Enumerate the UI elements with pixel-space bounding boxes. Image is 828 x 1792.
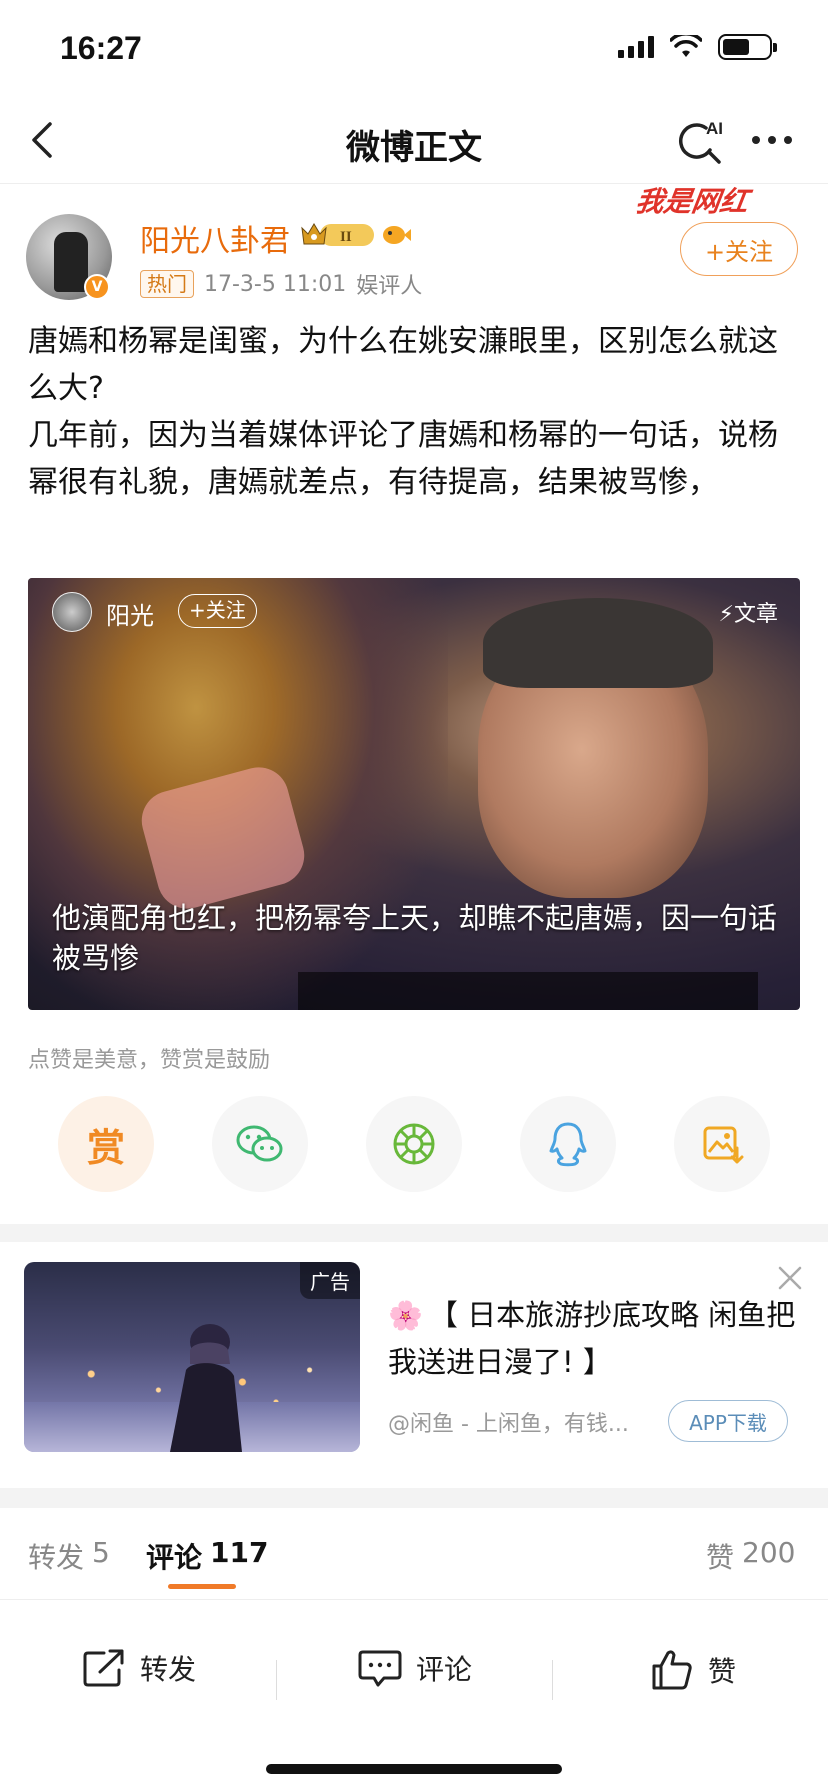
comment-button[interactable]: 评论: [358, 1648, 472, 1688]
repost-button[interactable]: 转发: [82, 1648, 196, 1688]
tab-repost[interactable]: 转发 5: [28, 1536, 110, 1576]
tab-repost-count: 5: [92, 1536, 110, 1569]
video-caption: 他演配角也红，把杨幂夸上天，却瞧不起唐嫣，因一句话被骂惨: [52, 901, 778, 975]
flower-icon: 🌸: [388, 1299, 423, 1332]
follow-button[interactable]: +关注: [680, 222, 798, 276]
active-tab-indicator: [168, 1584, 236, 1589]
bottom-action-bar: 转发 评论 赞: [0, 1620, 828, 1720]
ad-title[interactable]: 🌸 【 日本旅游抄底攻略 闲鱼把我送进日漫了! 】: [388, 1292, 798, 1385]
reward-button[interactable]: 赏: [58, 1096, 154, 1192]
ai-search-icon[interactable]: AI: [672, 114, 728, 170]
battery-icon: [718, 34, 777, 60]
post-body-line: 唐嫣和杨幂是闺蜜，为什么在姚安濂眼里，区别怎么就这么大?: [28, 324, 778, 406]
video-card[interactable]: 阳光 +关注 ⚡文章 他演配角也红，把杨幂夸上天，却瞧不起唐嫣，因一句话被骂惨: [28, 578, 800, 1010]
app-download-button[interactable]: APP下载: [668, 1400, 788, 1442]
video-follow-button[interactable]: +关注: [178, 594, 257, 628]
action-divider: [552, 1660, 553, 1700]
section-divider: [0, 1224, 828, 1242]
verified-icon: V: [84, 274, 110, 300]
author-role: 娱评人: [356, 274, 423, 299]
status-time: 16:27: [60, 30, 142, 66]
ad-image[interactable]: 广告: [24, 1262, 360, 1452]
moments-icon: [393, 1123, 435, 1165]
ad-card[interactable]: 广告 🌸 【 日本旅游抄底攻略 闲鱼把我送进日漫了! 】 @闲鱼 - 上闲鱼，有钱…: [0, 1242, 828, 1478]
tab-likes-count: 200: [742, 1536, 796, 1569]
moments-share-button[interactable]: [366, 1096, 462, 1192]
ad-badge: 广告: [300, 1262, 360, 1299]
thumbs-up-icon: [652, 1650, 692, 1690]
post-timestamp: 17-3-5 11:01: [204, 271, 347, 297]
vip-level: II: [340, 229, 352, 245]
tab-comments-label: 评论: [146, 1541, 203, 1574]
repost-icon: [83, 1649, 124, 1687]
more-icon[interactable]: [752, 136, 792, 144]
repost-label: 转发: [140, 1653, 197, 1686]
tab-repost-label: 转发: [28, 1541, 85, 1574]
like-label: 赞: [708, 1655, 737, 1688]
close-icon[interactable]: [776, 1264, 804, 1292]
tab-comments[interactable]: 评论 117: [146, 1536, 268, 1576]
video-hair: [483, 598, 713, 688]
section-divider: [0, 1488, 828, 1508]
save-image-icon: [703, 1126, 744, 1164]
tab-likes[interactable]: 赞 200: [706, 1536, 795, 1576]
qq-share-button[interactable]: [520, 1096, 616, 1192]
comment-label: 评论: [416, 1653, 473, 1686]
wechat-share-button[interactable]: [212, 1096, 308, 1192]
home-indicator: [266, 1764, 562, 1774]
status-bar: 16:27: [0, 0, 828, 100]
tab-likes-label: 赞: [706, 1541, 735, 1574]
ai-label: AI: [706, 119, 723, 138]
ad-source: @闲鱼 - 上闲鱼，有钱...: [388, 1412, 629, 1437]
post-meta: 热门 17-3-5 11:01 娱评人: [140, 268, 422, 300]
wifi-icon: [670, 35, 702, 57]
vip-badge-icon: II: [301, 223, 374, 246]
watermark-logo: 我是网红: [633, 185, 751, 218]
video-author-avatar[interactable]: [52, 592, 92, 632]
qq-icon: [549, 1122, 587, 1167]
hot-tag: 热门: [140, 270, 194, 298]
fish-icon: [383, 226, 411, 244]
video-author-name[interactable]: 阳光: [106, 596, 154, 631]
post-body: 唐嫣和杨幂是闺蜜，为什么在姚安濂眼里，区别怎么就这么大? 几年前，因为当着媒体评…: [28, 318, 798, 506]
post-body-line: 几年前，因为当着媒体评论了唐嫣和杨幂的一句话，说杨幂很有礼貌，唐嫣就差点，有待提…: [28, 418, 778, 500]
person-silhouette: [170, 1324, 242, 1452]
status-icons: [618, 34, 777, 60]
wechat-icon: [236, 1125, 283, 1162]
tab-comments-count: 117: [210, 1536, 269, 1569]
reward-hint: 点赞是美意，赞赏是鼓励: [28, 1048, 271, 1073]
reward-label: 赏: [86, 1125, 125, 1170]
author-name[interactable]: 阳光八卦君: [140, 216, 290, 260]
ad-title-text: 【 日本旅游抄底攻略 闲鱼把我送进日漫了! 】: [388, 1298, 796, 1379]
nav-bar: 微博正文 AI: [0, 100, 828, 184]
post-tabs: 转发 5 评论 117 赞 200: [0, 1508, 828, 1600]
comment-icon: [358, 1650, 402, 1687]
article-tag: ⚡文章: [718, 602, 778, 627]
signal-icon: [618, 36, 654, 58]
share-row: 赏: [0, 1096, 828, 1196]
save-image-button[interactable]: [674, 1096, 770, 1192]
action-divider: [276, 1660, 277, 1700]
like-button[interactable]: 赞: [650, 1648, 736, 1692]
